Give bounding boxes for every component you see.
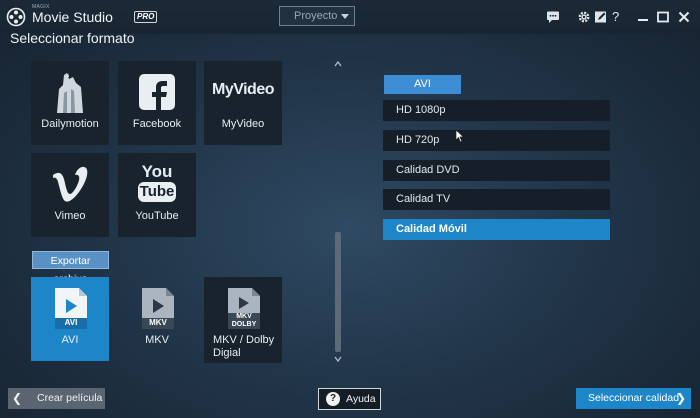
select-quality-button[interactable]: Seleccionar calidad ❯: [576, 388, 691, 409]
dailymotion-icon: [57, 73, 83, 113]
youtube-icon: You Tube: [118, 161, 196, 207]
title-bar: MAGIX Movie Studio PRO Proyecto ?: [0, 0, 700, 34]
film-reel-icon: [6, 7, 26, 27]
maximize-icon[interactable]: [656, 10, 670, 24]
youtube-logo-you: You: [141, 162, 173, 181]
format-tab-avi[interactable]: AVI: [384, 75, 461, 94]
scroll-down-icon[interactable]: [334, 355, 342, 363]
tile-label: MyVideo: [221, 118, 265, 130]
page-title: Seleccionar formato: [10, 30, 135, 46]
help-icon[interactable]: ?: [612, 9, 626, 24]
tile-label: YouTube: [135, 210, 179, 222]
scroll-up-icon[interactable]: [334, 60, 342, 68]
app-title: Movie Studio: [32, 9, 113, 25]
format-tile-dailymotion[interactable]: Dailymotion: [31, 61, 109, 145]
file-badge-text: MKV: [236, 313, 252, 320]
minimize-icon[interactable]: [636, 10, 650, 24]
chevron-left-icon: ❮: [11, 391, 23, 405]
facebook-icon: [139, 74, 175, 110]
back-button-label: Crear película: [37, 392, 103, 404]
quality-option-calidad-dvd[interactable]: Calidad DVD: [383, 160, 610, 181]
file-badge-text: AVI: [64, 318, 78, 327]
quality-option-hd-720p[interactable]: HD 720p: [383, 130, 610, 151]
gear-icon[interactable]: [577, 10, 591, 24]
help-button-label: Ayuda: [346, 393, 376, 405]
tile-label: MKV: [145, 334, 169, 346]
file-badge-text: MKV: [149, 318, 167, 327]
quality-option-calidad-movil[interactable]: Calidad Móvil: [383, 219, 610, 240]
format-tile-avi[interactable]: AVI AVI: [31, 277, 109, 361]
format-tile-youtube[interactable]: You Tube YouTube: [118, 153, 196, 237]
tile-label: MKV / Dolby Digial: [213, 334, 275, 359]
format-tile-facebook[interactable]: Facebook: [118, 61, 196, 145]
mouse-pointer-icon: [455, 129, 465, 143]
tile-label: Facebook: [132, 118, 182, 130]
quality-option-hd-1080p[interactable]: HD 1080p: [383, 100, 610, 121]
close-icon[interactable]: [677, 10, 691, 24]
question-icon: ?: [326, 392, 340, 406]
youtube-logo-tube: Tube: [139, 183, 175, 200]
project-dropdown[interactable]: Proyecto: [279, 6, 355, 26]
format-tile-myvideo[interactable]: MyVideo MyVideo: [204, 61, 282, 145]
project-dropdown-label: Proyecto: [294, 10, 338, 22]
edition-badge: PRO: [134, 11, 158, 23]
vimeo-icon: [53, 166, 88, 202]
quality-option-calidad-tv[interactable]: Calidad TV: [383, 189, 610, 210]
chevron-down-icon: [341, 14, 349, 19]
myvideo-logo-text: MyVideo: [212, 81, 275, 98]
myvideo-icon: MyVideo: [204, 69, 282, 115]
scrollbar-thumb[interactable]: [335, 232, 341, 352]
file-badge-subtext: DOLBY: [231, 321, 257, 328]
tile-label: AVI: [61, 334, 79, 346]
format-tile-mkv-dolby[interactable]: MKV DOLBY MKV / Dolby Digial: [204, 277, 282, 363]
create-movie-button[interactable]: ❮ Crear película: [8, 388, 105, 409]
chevron-right-icon: ❯: [675, 391, 687, 405]
export-section-label: Exportar archivo: [32, 251, 109, 285]
format-tile-vimeo[interactable]: Vimeo: [31, 153, 109, 237]
help-button[interactable]: ? Ayuda: [318, 388, 381, 410]
tile-label: Vimeo: [54, 210, 86, 222]
edit-icon[interactable]: [594, 10, 608, 24]
next-button-label: Seleccionar calidad: [588, 392, 680, 404]
format-tile-mkv[interactable]: MKV MKV: [118, 277, 196, 361]
chat-icon[interactable]: [546, 10, 560, 24]
tile-label: Dailymotion: [41, 118, 99, 130]
